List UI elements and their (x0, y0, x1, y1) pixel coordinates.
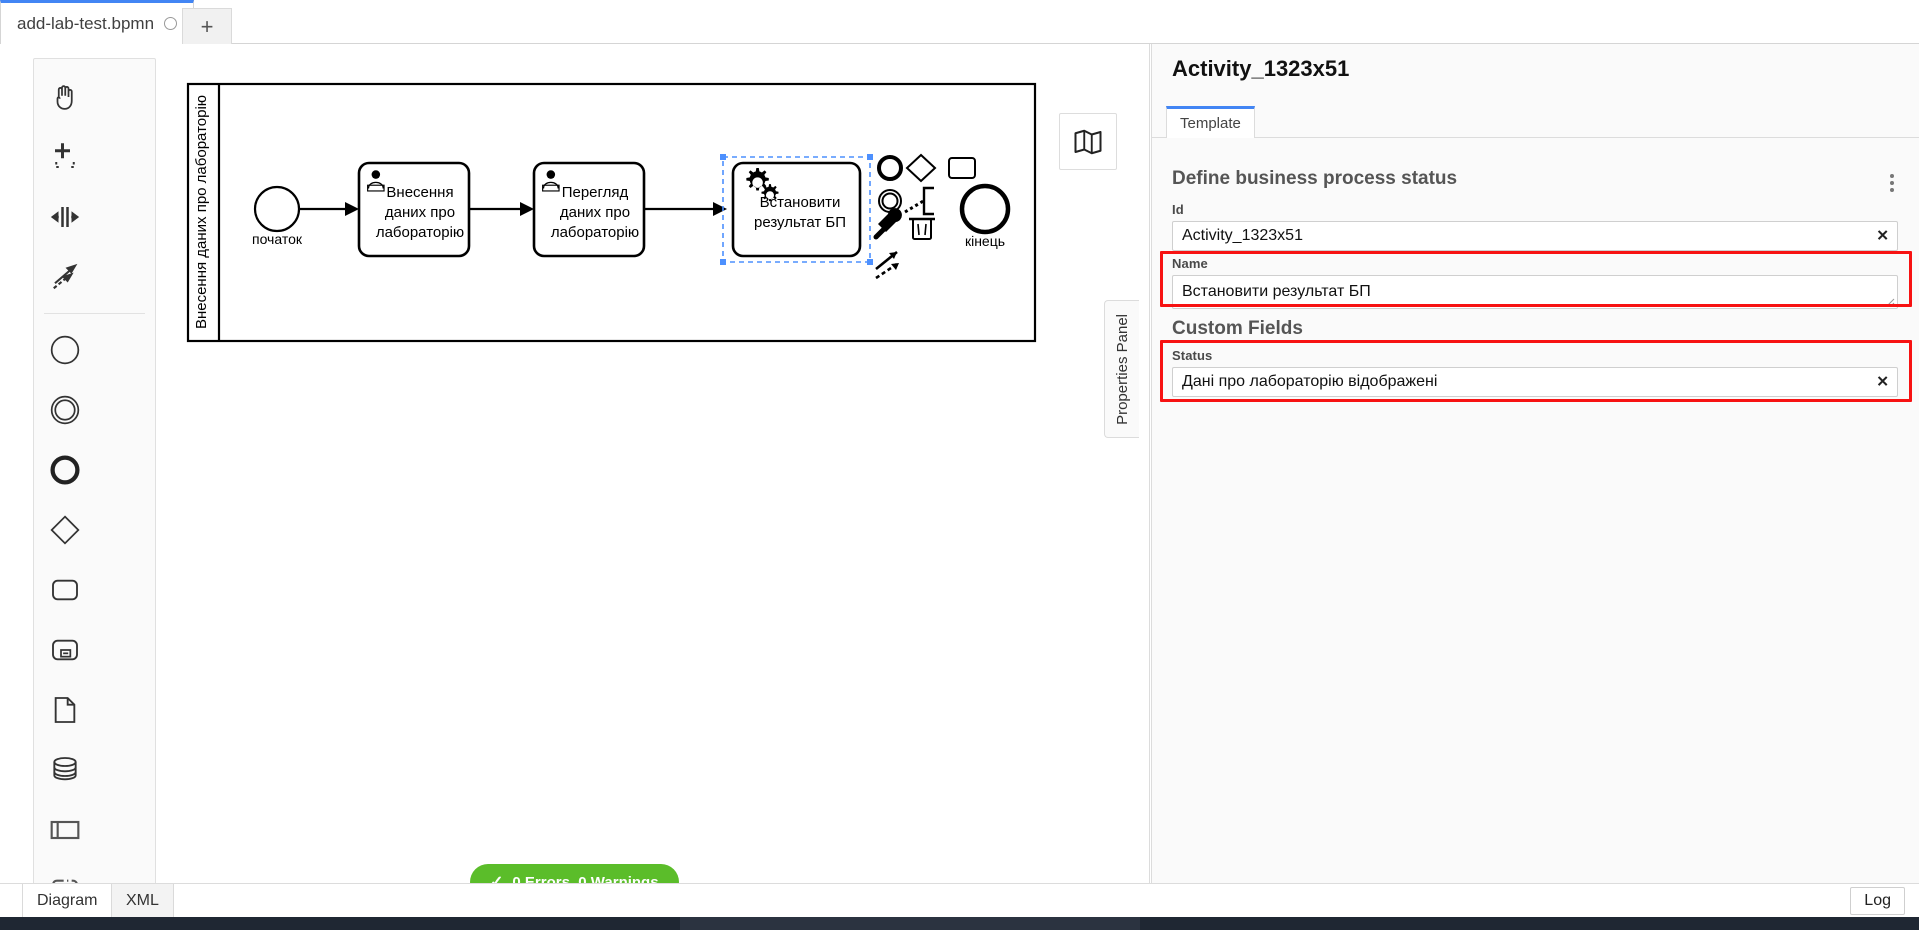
lasso-select-icon[interactable] (34, 127, 95, 187)
more-vertical-icon[interactable] (1883, 172, 1901, 194)
editor-tab-bar: add-lab-test.bpmn + (0, 0, 1919, 45)
task-2-label-line2: даних про (560, 204, 630, 221)
id-input-value: Activity_1323x51 (1182, 227, 1303, 244)
resize-handle-nw[interactable] (720, 154, 726, 160)
start-event-shape[interactable] (253, 185, 301, 233)
bpmn-diagram: Внесення даних про лабораторію початок В… (186, 82, 1037, 343)
task-1-label-line2: даних про (385, 204, 455, 221)
log-button-label: Log (1864, 892, 1891, 909)
hand-icon[interactable] (34, 67, 95, 127)
map-icon (1074, 129, 1102, 154)
field-status-label: Status (1172, 348, 1213, 363)
end-event-shape[interactable] (959, 183, 1011, 235)
plus-icon: + (200, 13, 214, 39)
field-id: Id Activity_1323x51 ✕ (1172, 202, 1898, 251)
tab-add-lab-test[interactable]: add-lab-test.bpmn (0, 0, 195, 45)
diagram-canvas[interactable]: Внесення даних про лабораторію початок В… (0, 44, 1150, 929)
palette-divider (44, 313, 145, 314)
tab-diagram[interactable]: Diagram (22, 884, 113, 918)
log-button[interactable]: Log (1850, 887, 1905, 915)
name-input[interactable]: Встановити результат БП (1172, 275, 1898, 309)
resize-grip-icon[interactable] (1883, 295, 1895, 307)
new-tab-button[interactable]: + (182, 8, 232, 44)
task-3-label-line1: Встановити (760, 194, 841, 211)
resize-handle-sw[interactable] (720, 259, 726, 265)
minimap-toggle-button[interactable] (1059, 113, 1117, 170)
tab-xml[interactable]: XML (111, 884, 174, 918)
properties-panel-toggle-label: Properties Panel (1113, 313, 1131, 425)
status-input-value: Дані про лабораторію відображені (1182, 373, 1438, 390)
end-event-label: кінець (965, 233, 1005, 249)
status-input[interactable]: Дані про лабораторію відображені ✕ (1172, 367, 1898, 397)
field-name-label: Name (1172, 256, 1208, 271)
space-tool-icon[interactable] (34, 187, 95, 247)
task-2-label-line1: Перегляд (562, 184, 629, 201)
task-1-label-line1: Внесення (386, 184, 453, 201)
tab-diagram-label: Diagram (37, 891, 98, 909)
custom-fields-heading: Custom Fields (1172, 318, 1303, 339)
tab-template[interactable]: Template (1166, 106, 1255, 138)
properties-tab-bar: Template (1152, 106, 1919, 138)
start-event-label: початок (252, 231, 303, 247)
database-icon[interactable] (34, 740, 95, 800)
rounded-rect-icon[interactable] (34, 560, 95, 620)
circle-thick-icon[interactable] (34, 440, 95, 500)
tab-label: add-lab-test.bpmn (17, 13, 155, 33)
field-id-label: Id (1172, 202, 1184, 217)
task-3-label-line2: результат БП (754, 214, 846, 231)
task-2-label-line3: лабораторію (551, 224, 639, 241)
taskbar-window-segment (680, 917, 1140, 930)
os-taskbar (0, 917, 1919, 930)
document-icon[interactable] (34, 680, 95, 740)
field-name: Name Встановити результат БП (1172, 256, 1898, 309)
pool-label: Внесення даних про лабораторію (193, 95, 210, 329)
subprocess-icon[interactable] (34, 620, 95, 680)
resize-handle-ne[interactable] (867, 154, 873, 160)
double-circle-icon[interactable] (34, 380, 95, 440)
view-tab-bar: Diagram XML Log (0, 883, 1919, 918)
diamond-icon[interactable] (34, 500, 95, 560)
tab-template-label: Template (1180, 114, 1241, 132)
page-title: Activity_1323x51 (1172, 56, 1350, 81)
name-input-value: Встановити результат БП (1182, 283, 1371, 300)
x-icon[interactable]: ✕ (1876, 375, 1889, 390)
tab-xml-label: XML (126, 891, 159, 909)
bpmn-palette[interactable] (33, 58, 156, 929)
task-1-label-line3: лабораторію (376, 224, 464, 241)
id-input[interactable]: Activity_1323x51 ✕ (1172, 221, 1898, 251)
circle-thin-icon[interactable] (34, 320, 95, 380)
properties-panel-toggle[interactable]: Properties Panel (1104, 300, 1139, 438)
app-root: add-lab-test.bpmn + Внесення даних про л… (0, 0, 1919, 930)
field-status: Status Дані про лабораторію відображені … (1172, 348, 1898, 397)
template-group-heading: Define business process status (1172, 168, 1458, 189)
pool-icon[interactable] (34, 800, 95, 860)
circle-outline-icon[interactable] (164, 17, 178, 30)
resize-handle-se[interactable] (867, 259, 873, 265)
global-connect-icon[interactable] (34, 247, 95, 307)
properties-panel: Activity_1323x51 Template Define busines… (1151, 44, 1919, 883)
x-icon[interactable]: ✕ (1876, 229, 1889, 244)
